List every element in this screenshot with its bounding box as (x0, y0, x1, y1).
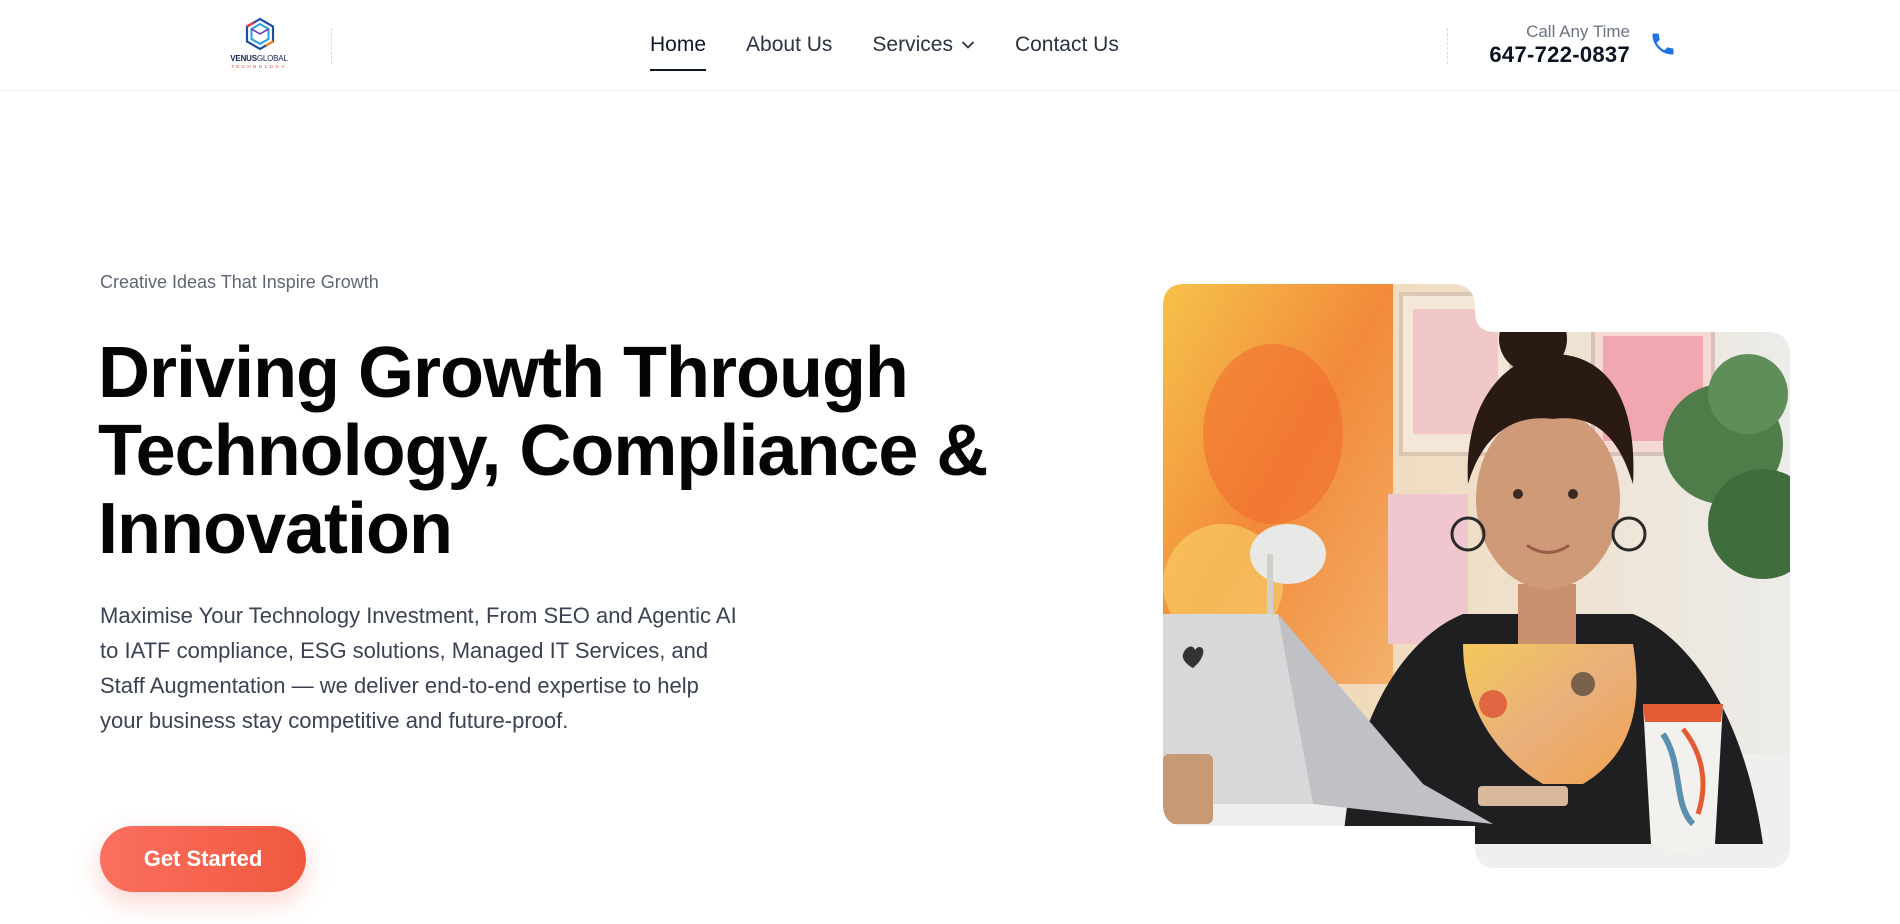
nav-services-label: Services (872, 33, 953, 56)
hero-eyebrow: Creative Ideas That Inspire Growth (100, 272, 379, 292)
nav-contact-us[interactable]: Contact Us (1015, 0, 1119, 90)
nav-about-us[interactable]: About Us (746, 0, 832, 90)
brand-name: VENUSGLOBAL (230, 54, 288, 63)
hero-description: Maximise Your Technology Investment, Fro… (100, 603, 737, 733)
brand-tagline: TECHNOLOGY (231, 64, 287, 69)
header-divider-left (331, 28, 332, 64)
nav-contact-label: Contact Us (1014, 33, 1119, 56)
call-label: Call Any Time (1526, 22, 1630, 41)
phone-icon[interactable] (1649, 30, 1677, 58)
nav-services[interactable]: Services (872, 0, 975, 90)
site-header: VENUSGLOBAL TECHNOLOGY Home About Us Ser… (0, 0, 1900, 91)
logo-mark-icon (245, 17, 275, 51)
nav-home-label: Home (650, 33, 707, 56)
phone-number[interactable]: 647-722-0837 (1489, 42, 1630, 68)
nav-about-label: About Us (746, 33, 833, 56)
get-started-button[interactable]: Get Started (100, 826, 306, 892)
nav-home[interactable]: Home (650, 0, 707, 90)
call-block: Call Any Time 647-722-0837 (1489, 22, 1630, 68)
header-divider-right (1447, 28, 1448, 64)
hero-headline: Driving Growth Through Technology, Compl… (98, 333, 988, 569)
main-nav: Home About Us Services Contact Us (650, 0, 1119, 90)
brand-logo[interactable]: VENUSGLOBAL TECHNOLOGY (224, 16, 294, 72)
hero-image (1163, 284, 1790, 868)
chevron-down-icon (962, 41, 974, 49)
